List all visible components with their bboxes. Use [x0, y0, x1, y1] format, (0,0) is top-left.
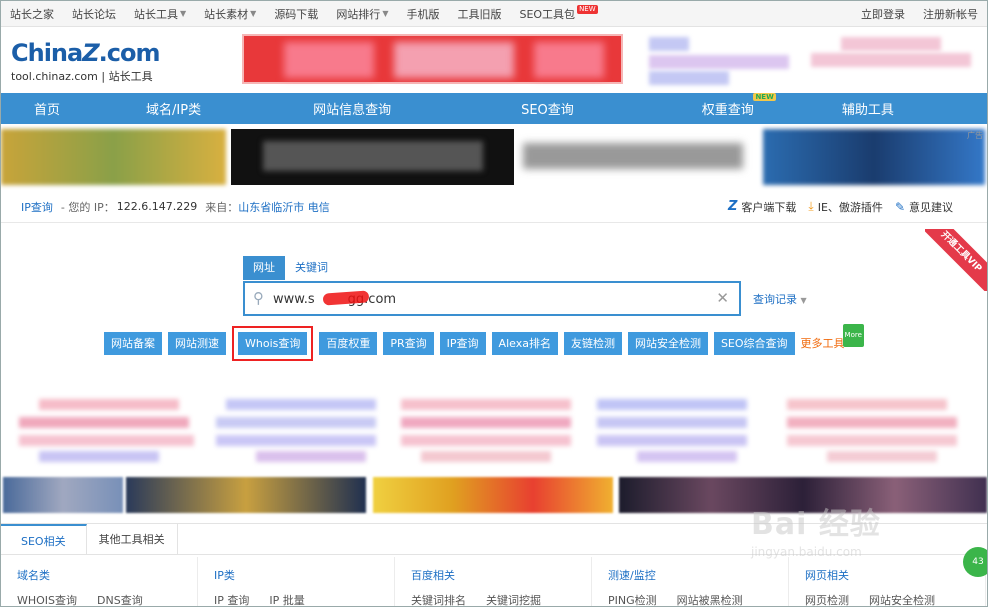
quick-tool-button[interactable]: SEO综合查询 — [713, 332, 795, 355]
nav-weight[interactable]: 权重查询 NEW — [702, 93, 776, 118]
header-ad-text[interactable] — [641, 31, 981, 85]
search-panel: 网址 关键词 ⚲ ✕ 查询记录 ▼ 网站备案网站测速Whois查询百度权重PR查… — [1, 229, 987, 381]
category-link[interactable]: IP 批量 — [269, 592, 304, 606]
register-link[interactable]: 注册新帐号 — [914, 6, 987, 22]
top-link[interactable]: 站长论坛 — [63, 6, 125, 22]
top-link[interactable]: 网站排行 ▼ — [327, 6, 397, 22]
tab-seo-related[interactable]: SEO相关 — [1, 524, 87, 554]
header-ad-banner[interactable] — [242, 34, 623, 84]
ip-value: 122.6.147.229 — [116, 200, 198, 213]
ad-grid[interactable] — [1, 389, 987, 467]
category-link[interactable]: 网站安全检测 — [869, 592, 935, 606]
tab-url[interactable]: 网址 — [243, 256, 285, 280]
nav-domain-ip[interactable]: 域名/IP类 — [146, 99, 201, 118]
quick-tool-button[interactable]: 友链检测 — [563, 332, 622, 355]
chevron-down-icon: ▼ — [180, 9, 187, 18]
tool-category-column: 域名类 WHOIS查询 DNS查询 — [1, 557, 198, 606]
top-link[interactable]: SEO工具包 NEW — [510, 5, 606, 22]
top-link[interactable]: 手机版 — [397, 6, 448, 22]
nav-home[interactable]: 首页 — [34, 99, 60, 118]
page: 站长之家 站长论坛 站长工具 ▼ 站长素材 ▼ 源码下载 网站排行 ▼ 手机版 工具旧版 SEO工具包… — [0, 0, 988, 607]
top-link[interactable]: 源码下载 — [265, 6, 327, 22]
chevron-down-icon: ▼ — [382, 9, 389, 18]
top-links: 站长之家 站长论坛 站长工具 ▼ 站长素材 ▼ 源码下载 网站排行 ▼ 手机版 工具旧版 SEO工具包… — [1, 5, 607, 22]
logo-subtitle: tool.chinaz.com | 站长工具 — [11, 70, 153, 83]
tool-category-column: 百度相关关键词排名 关键词挖掘 — [395, 557, 592, 606]
browser-plugin-link[interactable]: IE、傲游插件 — [818, 199, 883, 215]
from-label: 来自： — [205, 200, 239, 214]
more-badge: More — [842, 324, 864, 347]
client-download-link[interactable]: 客户端下载 — [741, 199, 796, 215]
ad-strip-top[interactable]: 广告 — [1, 129, 987, 185]
quick-tool-button[interactable]: IP查询 — [439, 332, 486, 355]
floating-badge[interactable]: 43 — [963, 547, 987, 577]
category-link[interactable]: DNS查询 — [97, 592, 143, 606]
account-links: 立即登录 注册新帐号 — [852, 6, 987, 22]
location-value[interactable]: 山东省临沂市 电信 — [238, 199, 330, 215]
quick-tool-button[interactable]: 网站安全检测 — [627, 332, 708, 355]
main-nav: 首页 域名/IP类 网站信息查询 SEO查询 权重查询 NEW 辅助工具 — [1, 93, 987, 124]
chevron-down-icon: ▼ — [800, 296, 807, 305]
top-link[interactable]: 工具旧版 — [448, 6, 510, 22]
site-logo[interactable]: ChinaZ.com tool.chinaz.com | 站长工具 — [11, 39, 160, 84]
search-icon: ⚲ — [253, 289, 264, 307]
top-bar: 站长之家 站长论坛 站长工具 ▼ 站长素材 ▼ 源码下载 网站排行 ▼ 手机版 工具旧版 SEO工具包… — [1, 1, 987, 27]
category-link[interactable]: 关键词排名 — [411, 592, 466, 606]
top-link[interactable]: 站长之家 — [1, 6, 63, 22]
category-link[interactable]: 关键词挖掘 — [486, 592, 541, 606]
tool-category-column: IP类 IP 查询 IP 批量 — [198, 557, 395, 606]
category-title[interactable]: 百度相关 — [411, 567, 591, 583]
vip-ribbon[interactable]: 开通工具VIP — [925, 229, 987, 291]
download-icon: ⤓ — [808, 199, 814, 213]
feedback-link[interactable]: 意见建议 — [909, 199, 953, 215]
ip-query-link[interactable]: IP查询 — [21, 199, 53, 215]
ip-info-bar: IP查询 - 您的 IP： 122.6.147.229 来自： 山东省临沂市 电… — [1, 191, 987, 223]
category-title[interactable]: 域名类 — [17, 567, 197, 583]
category-link[interactable]: 网页检测 — [805, 592, 849, 606]
search-box: ⚲ ✕ — [243, 281, 741, 316]
category-link[interactable]: PING检测 — [608, 592, 657, 606]
logo-wordmark: ChinaZ.com — [11, 39, 160, 67]
nav-tools[interactable]: 辅助工具 — [842, 99, 894, 118]
category-link[interactable]: IP 查询 — [214, 592, 249, 606]
quick-tool-button[interactable]: PR查询 — [383, 332, 434, 355]
baidu-jingyan-watermark: Bai 经验 jingyan.baidu.com — [751, 507, 881, 559]
login-link[interactable]: 立即登录 — [852, 6, 914, 22]
quick-tool-button[interactable]: 网站测速 — [168, 332, 226, 355]
edit-icon: ✎ — [894, 199, 905, 214]
chinaz-client-icon: Z — [727, 199, 738, 214]
tab-keyword[interactable]: 关键词 — [285, 256, 338, 280]
category-link[interactable]: 网站被黑检测 — [677, 592, 743, 606]
nav-seo[interactable]: SEO查询 — [521, 99, 574, 118]
category-link[interactable]: WHOIS查询 — [17, 592, 77, 606]
quick-tool-button[interactable]: Whois查询 — [231, 326, 314, 361]
new-badge: NEW — [577, 5, 598, 14]
chevron-down-icon: ▼ — [250, 9, 257, 18]
clear-icon[interactable]: ✕ — [716, 289, 729, 307]
your-ip-label: - 您的 IP： — [60, 200, 115, 214]
nav-site-info[interactable]: 网站信息查询 — [313, 99, 391, 118]
quick-tool-button[interactable]: 百度权重 — [319, 332, 378, 355]
quick-tool-button[interactable]: Alexa排名 — [491, 332, 558, 355]
category-title[interactable]: IP类 — [214, 567, 394, 583]
top-link[interactable]: 站长工具 ▼ — [125, 6, 195, 22]
ad-label: 广告 — [967, 131, 983, 140]
new-badge: NEW — [753, 93, 776, 101]
search-tabs: 网址 关键词 — [243, 256, 338, 280]
tab-other-tools[interactable]: 其他工具相关 — [87, 524, 178, 554]
quick-tool-buttons: 网站备案 网站测速 Whois查询 百度权重 PR查询 IP查询 Alexa排名 友链检测 网站… — [104, 324, 864, 361]
top-link[interactable]: 站长素材 ▼ — [195, 6, 265, 22]
query-history-dropdown[interactable]: 查询记录 ▼ — [753, 291, 807, 307]
more-tools-link[interactable]: 更多工具 More — [801, 324, 864, 355]
quick-tool-button[interactable]: 网站备案 — [104, 332, 162, 355]
